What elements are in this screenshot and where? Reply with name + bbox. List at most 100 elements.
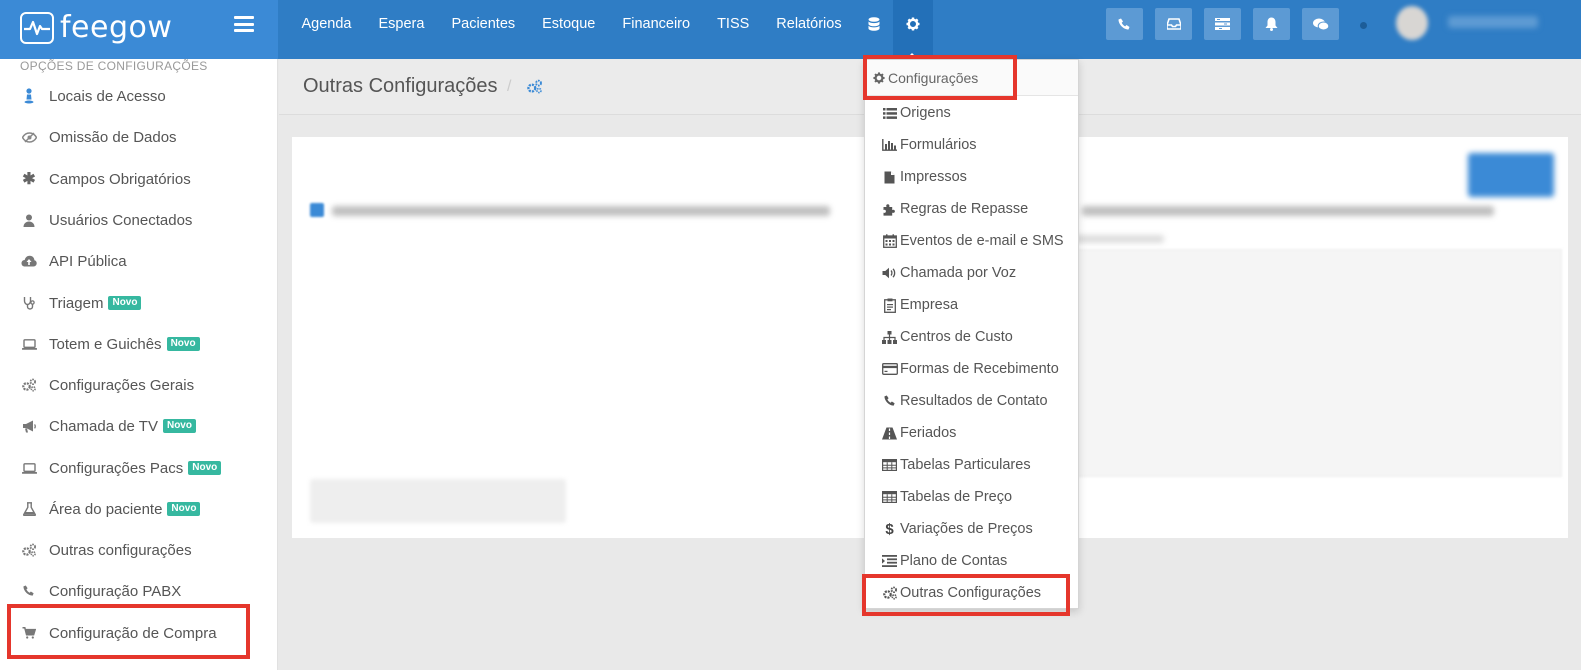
menu-item-label: Variações de Preços <box>900 521 1033 537</box>
location-icon <box>20 87 38 105</box>
option-checkbox[interactable] <box>310 203 324 217</box>
sidebar-item-area-do-paciente[interactable]: Área do paciente Novo <box>0 492 278 526</box>
menu-item-label: Origens <box>900 105 951 121</box>
sitemap-icon <box>881 329 898 345</box>
menu-item-variacoes-de-precos[interactable]: $ Variações de Preços <box>865 514 1078 544</box>
chat-icon[interactable] <box>1302 8 1339 40</box>
flask-icon <box>20 500 38 518</box>
menu-item-eventos-email-sms[interactable]: Eventos de e-mail e SMS <box>865 226 1078 256</box>
menu-item-label: Tabelas Particulares <box>900 457 1031 473</box>
laptop-icon <box>20 459 38 477</box>
sidebar-item-label: Campos Obrigatórios <box>49 170 191 188</box>
menu-item-formas-de-recebimento[interactable]: Formas de Recebimento <box>865 354 1078 384</box>
menu-item-formularios[interactable]: Formulários <box>865 130 1078 160</box>
new-badge: Novo <box>188 461 222 475</box>
indent-icon <box>881 553 898 569</box>
inbox-icon[interactable] <box>1155 8 1192 40</box>
save-button[interactable] <box>1468 153 1554 197</box>
menu-item-label: Eventos de e-mail e SMS <box>900 233 1064 249</box>
sidebar-item-configuracao-pabx[interactable]: Configuração PABX <box>0 574 278 608</box>
sidebar-item-api-publica[interactable]: API Pública <box>0 244 278 278</box>
nav-tiss[interactable]: TISS <box>704 0 763 59</box>
dropdown-header-label: Configurações <box>888 69 979 86</box>
menu-item-tabelas-de-preco[interactable]: Tabelas de Preço <box>865 482 1078 512</box>
menu-item-chamada-por-voz[interactable]: Chamada por Voz <box>865 258 1078 288</box>
menu-item-plano-de-contas[interactable]: Plano de Contas <box>865 546 1078 576</box>
menu-item-label: Formas de Recebimento <box>900 361 1059 377</box>
menu-item-feriados[interactable]: Feriados <box>865 418 1078 448</box>
cart-icon <box>20 624 38 642</box>
blurred-textarea[interactable] <box>1072 249 1562 477</box>
menu-item-tabelas-particulares[interactable]: Tabelas Particulares <box>865 450 1078 480</box>
menu-toggle-icon[interactable] <box>234 16 254 32</box>
sidebar-item-usuarios-conectados[interactable]: Usuários Conectados <box>0 203 278 237</box>
menu-item-origens[interactable]: Origens <box>865 98 1078 128</box>
nav-relatorios[interactable]: Relatórios <box>763 0 855 59</box>
menu-item-label: Regras de Repasse <box>900 201 1029 217</box>
nav-espera[interactable]: Espera <box>365 0 438 59</box>
brand-name: feegow <box>60 10 173 45</box>
menu-item-label: Impressos <box>900 169 967 185</box>
bullhorn-icon <box>20 417 38 435</box>
sidebar-item-configuracoes-pacs[interactable]: Configurações Pacs Novo <box>0 451 278 485</box>
blurred-option-text <box>332 206 830 216</box>
sidebar-item-configuracao-de-compra[interactable]: Configuração de Compra <box>0 616 278 650</box>
nav-financeiro[interactable]: Financeiro <box>609 0 704 59</box>
bar-chart-icon <box>881 137 898 153</box>
menu-item-label: Chamada por Voz <box>900 265 1017 281</box>
nav-agenda[interactable]: Agenda <box>288 0 365 59</box>
nav-pacientes[interactable]: Pacientes <box>438 0 529 59</box>
sidebar-item-campos-obrigatorios[interactable]: ✱ Campos Obrigatórios <box>0 162 278 196</box>
volume-icon <box>881 265 898 281</box>
sidebar-item-label: Locais de Acesso <box>49 87 166 105</box>
sidebar-item-totem-e-guiches[interactable]: Totem e Guichês Novo <box>0 327 278 361</box>
sidebar-item-locais-de-acesso[interactable]: Locais de Acesso <box>0 79 278 113</box>
menu-item-label: Empresa <box>900 297 959 313</box>
sidebar-item-chamada-de-tv[interactable]: Chamada de TV Novo <box>0 409 278 443</box>
sidebar-item-omissao-de-dados[interactable]: Omissão de Dados <box>0 120 278 154</box>
heartbeat-icon <box>20 11 54 44</box>
menu-item-outras-configuracoes[interactable]: Outras Configurações <box>865 578 1078 608</box>
new-badge: Novo <box>166 337 200 351</box>
table-icon <box>881 457 898 473</box>
menu-item-empresa[interactable]: Empresa <box>865 290 1078 320</box>
menu-item-centros-de-custo[interactable]: Centros de Custo <box>865 322 1078 352</box>
user-icon <box>20 211 38 229</box>
gears-icon <box>526 79 543 99</box>
menu-item-impressos[interactable]: Impressos <box>865 162 1078 192</box>
list-icon[interactable] <box>1204 8 1241 40</box>
road-icon <box>881 425 898 441</box>
sidebar-item-label: Chamada de TV <box>49 417 158 435</box>
sidebar-title: OPÇÕES DE CONFIGURAÇÕES <box>20 59 208 73</box>
dropdown-header[interactable]: Configurações <box>865 60 1078 96</box>
blurred-secondary-button[interactable] <box>310 479 566 523</box>
cloud-upload-icon <box>20 252 38 270</box>
avatar[interactable] <box>1396 6 1428 40</box>
phone-icon <box>881 393 898 409</box>
blurred-option-text <box>1082 206 1494 216</box>
bell-icon[interactable] <box>1253 8 1290 40</box>
sidebar-item-outras-configuracoes[interactable]: Outras configurações <box>0 533 278 567</box>
blurred-field-label <box>1074 235 1164 243</box>
menu-item-regras-de-repasse[interactable]: Regras de Repasse <box>865 194 1078 224</box>
menu-item-resultados-de-contato[interactable]: Resultados de Contato <box>865 386 1078 416</box>
database-icon[interactable] <box>855 0 893 48</box>
menu-item-label: Feriados <box>900 425 957 441</box>
user-name[interactable] <box>1448 16 1538 28</box>
logo[interactable]: feegow <box>20 10 172 45</box>
breadcrumb-separator: / <box>507 78 512 95</box>
sidebar-item-label: Configurações Gerais <box>49 376 195 394</box>
new-badge: Novo <box>167 502 201 516</box>
gear-icon <box>873 71 885 84</box>
sidebar-item-label: Área do paciente <box>49 500 163 518</box>
sidebar-item-triagem[interactable]: Triagem Novo <box>0 286 278 320</box>
phone-icon[interactable] <box>1106 8 1143 40</box>
page-title: Outras Configurações <box>303 75 498 97</box>
nav-estoque[interactable]: Estoque <box>529 0 609 59</box>
sidebar-item-configuracoes-gerais[interactable]: Configurações Gerais <box>0 368 278 402</box>
gears-icon <box>20 376 38 394</box>
settings-menu-button[interactable] <box>893 0 934 59</box>
sidebar-item-label: Configuração PABX <box>49 582 182 600</box>
credit-card-icon <box>881 361 898 377</box>
gear-icon <box>906 17 920 31</box>
